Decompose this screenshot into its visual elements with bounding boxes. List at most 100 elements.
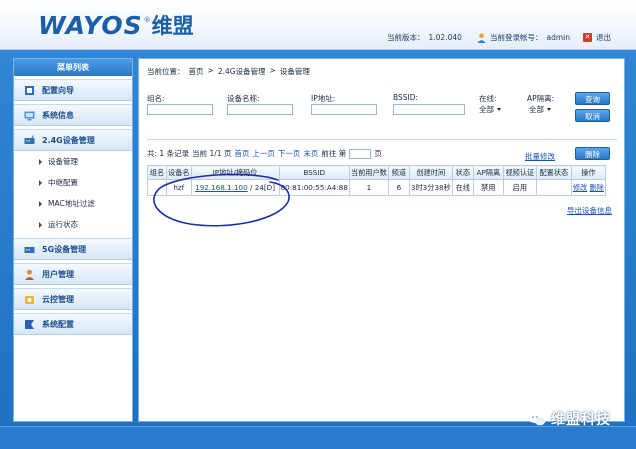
delete-link[interactable]: 删除 [590,183,604,192]
breadcrumb-sep: > [269,66,276,75]
goto-page-input[interactable] [349,148,372,159]
cell-users: 1 [348,179,389,196]
bullet-arrow-icon [39,221,42,228]
ap-isolation-filter-value: 全部 [529,105,544,114]
cell-bssid: 80:81:00:55:A4:88 [278,179,350,196]
cell-ip: 192.168.1.100 / 24[D] [190,179,280,196]
app-header: WAYOS ® 维盟 当前版本： 1.02.040 当前登录帐号： admin … [0,0,636,50]
user-info: 当前登录帐号： admin [477,32,570,43]
cell-channel: 6 [387,179,410,196]
watermark-text: 维盟科技 [551,412,611,428]
ip-mask: / 24[D] [250,183,276,192]
breadcrumb-current: 设备管理 [279,67,310,76]
ap-isolation-filter-select[interactable]: 全部 [529,104,551,115]
watermark: 维盟科技 [528,409,611,429]
menu-group-cloud-manage[interactable]: 云控管理 [14,288,132,310]
info-icon [24,111,35,120]
online-filter-select[interactable]: 全部 [479,104,501,115]
first-page-link[interactable]: 首页 [234,148,249,159]
breadcrumb-24g[interactable]: 2.4G设备管理 [218,66,266,77]
menu-group-label: 5G设备管理 [42,244,87,254]
breadcrumb-sep: > [207,66,214,75]
device-filter-label: 设备名称: [227,94,260,103]
device-filter-input[interactable] [227,104,293,115]
chevron-down-icon [497,108,501,111]
device-table: 组名 设备名 IP地址/掩码位 BSSID 当前用户数 频道 创建时间 状态 A… [147,165,606,196]
table-row: hzf 192.168.1.100 / 24[D] 80:81:00:55:A4… [147,179,606,196]
ip-filter-label: IP地址: [311,94,336,103]
menu-group-5g-device[interactable]: 5G设备管理 [14,238,132,260]
col-bssid: BSSID [278,165,350,180]
user-label: 当前登录帐号： [490,33,543,42]
breadcrumb-prefix: 当前位置： [147,67,185,76]
sidebar-title: 菜单列表 [14,59,132,76]
menu-group-label: 用户管理 [42,269,74,279]
table-header-row: 组名 设备名 IP地址/掩码位 BSSID 当前用户数 频道 创建时间 状态 A… [147,165,606,180]
user-account-icon [477,32,486,43]
ip-link[interactable]: 192.168.1.100 [195,183,248,192]
ap-isolation-filter-label: AP隔离: [527,94,555,103]
submenu-device-manage[interactable]: 设备管理 [14,151,132,172]
version-value: 1.02.040 [428,33,462,42]
export-device-info-link[interactable]: 导出设备信息 [567,205,612,216]
chevron-down-icon [547,108,551,111]
last-page-link[interactable]: 末页 [303,148,318,159]
device-icon [24,134,35,144]
cell-config-status [535,179,572,196]
menu-group-user-manage[interactable]: 用户管理 [14,263,132,285]
settings-icon [25,319,34,329]
goto-prefix: 前往 第 [321,149,347,158]
delete-button[interactable]: 删除 [575,147,610,160]
group-filter-input[interactable] [147,104,213,115]
next-page-link[interactable]: 下一页 [278,148,301,159]
cell-ap-isolation: 禁用 [472,179,504,196]
menu-group-label: 系统信息 [42,110,74,120]
col-created: 创建时间 [408,165,453,180]
user-value: admin [546,33,571,42]
submenu-label: MAC地址过滤 [48,199,95,208]
logout-button[interactable]: ✕ 退出 [583,32,611,43]
version-label: 当前版本： [387,33,425,42]
edit-link[interactable]: 修改 [573,183,587,192]
menu-group-system-info[interactable]: 系统信息 [14,104,132,126]
submenu-run-status[interactable]: 运行状态 [14,214,132,235]
bullet-arrow-icon [39,200,42,207]
menu-group-label: 2.4G设备管理 [42,135,95,145]
group-filter-label: 组名: [147,94,165,103]
col-ap-isolation: AP隔离 [472,165,504,180]
cancel-button[interactable]: 取消 [575,109,610,122]
batch-edit-link[interactable]: 批量修改 [525,151,555,162]
submenu-mac-filter[interactable]: MAC地址过滤 [14,193,132,214]
cell-device: hzf [166,179,192,196]
sidebar: 菜单列表 配置向导 系统信息 2.4G设备管理 设备管理 中继配置 MAC地址过… [13,58,133,422]
cell-ops: 修改 删除 [570,179,606,196]
wizard-icon [25,85,34,95]
col-device: 设备名 [166,165,192,180]
menu-group-label: 云控管理 [42,294,74,304]
wechat-icon [528,413,546,426]
bullet-arrow-icon [39,179,42,186]
breadcrumb-home[interactable]: 首页 [189,66,204,77]
version-info: 当前版本： 1.02.040 [387,32,462,43]
ip-filter-input[interactable] [311,104,377,115]
col-config-status: 配置状态 [535,165,572,180]
cell-group [147,179,167,196]
col-users: 当前用户数 [348,165,389,180]
cell-auth: 启用 [502,179,537,196]
col-status: 状态 [451,165,474,180]
menu-group-wizard[interactable]: 配置向导 [14,79,132,101]
logout-label: 退出 [596,33,611,42]
user-icon [25,269,34,280]
menu-group-system-config[interactable]: 系统配置 [14,313,132,335]
prev-page-link[interactable]: 上一页 [252,148,275,159]
menu-group-24g-device[interactable]: 2.4G设备管理 [14,129,132,151]
online-filter-label: 在线: [479,94,497,103]
query-button[interactable]: 查询 [575,92,610,105]
submenu-label: 运行状态 [48,220,78,229]
goto-suffix: 页 [374,149,382,158]
pager: 共: 1 条记录 当前 1/1 页 首页 上一页 下一页 末页 前往 第 页 [147,148,382,159]
bssid-filter-input[interactable] [393,104,465,115]
submenu-relay-config[interactable]: 中继配置 [14,172,132,193]
bullet-arrow-icon [39,158,42,165]
menu-group-label: 系统配置 [42,319,74,329]
